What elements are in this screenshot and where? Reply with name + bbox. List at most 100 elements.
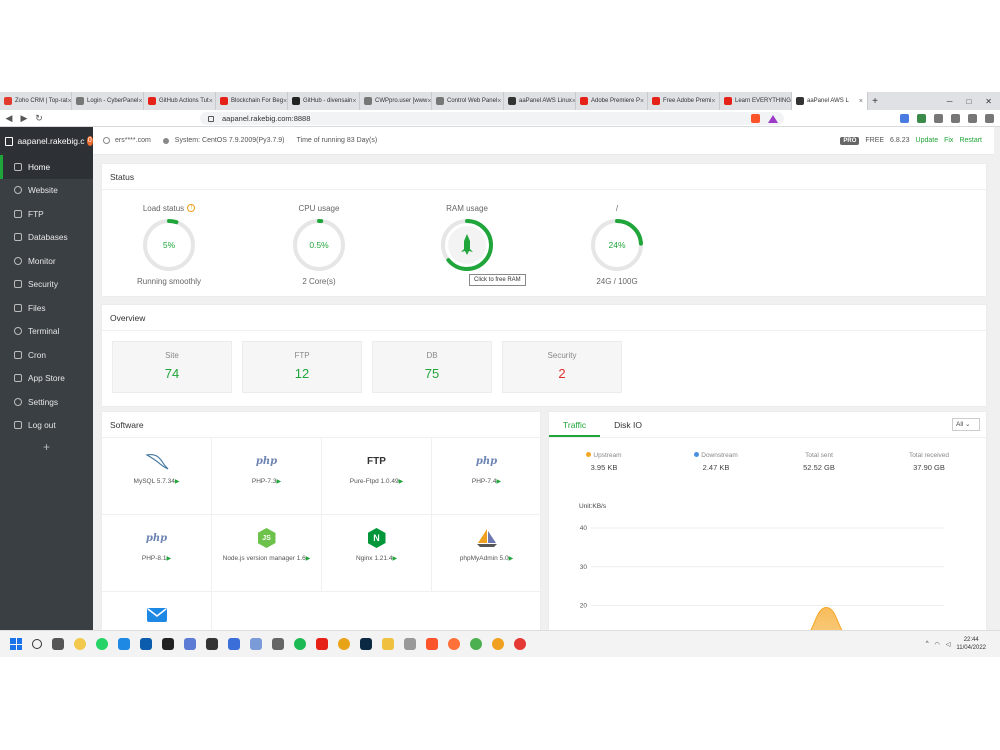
chrome-canary-icon[interactable] bbox=[492, 638, 504, 650]
play-arrow-icon[interactable]: ▶ bbox=[496, 479, 501, 485]
url-field[interactable]: aapanel.rakebig.com:8888 bbox=[200, 112, 784, 125]
info-icon[interactable]: ! bbox=[187, 204, 196, 212]
brand[interactable]: aapanel.rakebig.c 0 bbox=[0, 127, 93, 155]
app-icon[interactable] bbox=[272, 638, 284, 650]
chrome-beta-icon[interactable] bbox=[514, 638, 526, 650]
spotify-icon[interactable] bbox=[294, 638, 306, 650]
brave-shield-icon[interactable] bbox=[751, 114, 760, 123]
browser-tab[interactable]: aaPanel AWS Linux × bbox=[504, 92, 576, 110]
sidebar-item-security[interactable]: Security bbox=[0, 273, 93, 297]
play-arrow-icon[interactable]: ▶ bbox=[399, 479, 404, 485]
browser-tab[interactable]: Adobe Premiere P × bbox=[576, 92, 648, 110]
tab-traffic[interactable]: Traffic bbox=[549, 412, 601, 437]
maximize-icon[interactable]: □ bbox=[966, 97, 971, 106]
play-arrow-icon[interactable]: ▶ bbox=[175, 479, 180, 485]
software-item[interactable]: MySQL 5.7.34▶ bbox=[102, 438, 212, 515]
update-link[interactable]: Update bbox=[916, 137, 939, 144]
trello-icon[interactable] bbox=[140, 638, 152, 650]
sidebar-item-website[interactable]: Website bbox=[0, 179, 93, 203]
new-tab-button[interactable]: + bbox=[868, 96, 882, 107]
browser-tab[interactable]: Zoho CRM | Top-rat × bbox=[0, 92, 72, 110]
browser-tab[interactable]: Free Adobe Premi × bbox=[648, 92, 720, 110]
pro-badge[interactable]: PRO bbox=[840, 136, 860, 145]
terminal-app-icon[interactable] bbox=[206, 638, 218, 650]
search-icon[interactable] bbox=[32, 639, 42, 649]
notes-icon[interactable] bbox=[404, 638, 416, 650]
tray-chevron-icon[interactable]: ^ bbox=[926, 641, 929, 647]
overview-card-ftp[interactable]: FTP 12 bbox=[242, 341, 362, 393]
overview-card-security[interactable]: Security 2 bbox=[502, 341, 622, 393]
sidebar-item-settings[interactable]: Settings bbox=[0, 390, 93, 414]
back-icon[interactable]: ◀ bbox=[3, 113, 15, 124]
software-item[interactable]: N Nginx 1.21.4▶ bbox=[322, 515, 432, 592]
extension-icon[interactable] bbox=[917, 114, 926, 123]
browser-tab[interactable]: GitHub - divensain × bbox=[288, 92, 360, 110]
sidebar-item-app-store[interactable]: App Store bbox=[0, 367, 93, 391]
software-item[interactable]: php PHP-7.3▶ bbox=[212, 438, 322, 515]
firefox-icon[interactable] bbox=[448, 638, 460, 650]
clock[interactable]: 22:44 11/04/2022 bbox=[956, 636, 986, 652]
software-item[interactable]: php PHP-7.4▶ bbox=[432, 438, 542, 515]
close-tab-icon[interactable]: × bbox=[138, 98, 142, 105]
close-tab-icon[interactable]: × bbox=[209, 98, 213, 105]
browser-tab[interactable]: GitHub Actions Tut × bbox=[144, 92, 216, 110]
play-arrow-icon[interactable]: ▶ bbox=[276, 479, 281, 485]
sidebar-toggle-icon[interactable] bbox=[951, 114, 960, 123]
chat-icon[interactable] bbox=[184, 638, 196, 650]
sidebar-item-databases[interactable]: Databases bbox=[0, 226, 93, 250]
whatsapp-icon[interactable] bbox=[96, 638, 108, 650]
reload-icon[interactable]: ↻ bbox=[33, 113, 45, 124]
close-tab-icon[interactable]: × bbox=[67, 98, 71, 105]
browser-tab[interactable]: Blockchain For Beg × bbox=[216, 92, 288, 110]
software-item[interactable]: phpMyAdmin 5.0▶ bbox=[432, 515, 542, 592]
task-view-icon[interactable] bbox=[52, 638, 64, 650]
browser-tab[interactable]: Learn EVERYTHING× bbox=[720, 92, 792, 110]
sidebar-item-cron[interactable]: Cron bbox=[0, 343, 93, 367]
file-explorer-icon[interactable] bbox=[382, 638, 394, 650]
widgets-icon[interactable] bbox=[74, 638, 86, 650]
close-tab-icon[interactable]: × bbox=[859, 98, 863, 105]
notion-icon[interactable] bbox=[162, 638, 174, 650]
play-arrow-icon[interactable]: ▶ bbox=[509, 556, 514, 562]
photos-icon[interactable] bbox=[228, 638, 240, 650]
minimize-icon[interactable]: ─ bbox=[947, 97, 953, 106]
forward-icon[interactable]: ▶ bbox=[18, 113, 30, 124]
sidebar-item-terminal[interactable]: Terminal bbox=[0, 320, 93, 344]
sidebar-item-ftp[interactable]: FTP bbox=[0, 202, 93, 226]
tab-disk-io[interactable]: Disk IO bbox=[600, 412, 656, 437]
translate-icon[interactable] bbox=[900, 114, 909, 123]
wifi-icon[interactable]: ◠ bbox=[935, 641, 940, 648]
software-item[interactable]: FTP Pure-Ftpd 1.0.49▶ bbox=[322, 438, 432, 515]
sidebar-item-files[interactable]: Files bbox=[0, 296, 93, 320]
fix-link[interactable]: Fix bbox=[944, 137, 953, 144]
chrome-icon[interactable] bbox=[338, 638, 350, 650]
sidebar-item-home[interactable]: Home bbox=[0, 155, 93, 179]
sidebar-item-log-out[interactable]: Log out bbox=[0, 414, 93, 438]
gauge-3[interactable]: RAM usage bbox=[407, 202, 527, 277]
close-tab-icon[interactable]: × bbox=[497, 98, 501, 105]
close-tab-icon[interactable]: × bbox=[711, 98, 715, 105]
store-icon[interactable] bbox=[118, 638, 130, 650]
play-arrow-icon[interactable]: ▶ bbox=[166, 556, 171, 562]
sidebar-item-monitor[interactable]: Monitor bbox=[0, 249, 93, 273]
photoshop-icon[interactable] bbox=[360, 638, 372, 650]
close-tab-icon[interactable]: × bbox=[283, 98, 287, 105]
restart-link[interactable]: Restart bbox=[959, 137, 982, 144]
play-arrow-icon[interactable]: ▶ bbox=[306, 556, 311, 562]
add-shortcut-button[interactable]: + bbox=[0, 440, 93, 454]
close-window-icon[interactable]: ✕ bbox=[985, 97, 992, 106]
overview-card-site[interactable]: Site 74 bbox=[112, 341, 232, 393]
wallet-icon[interactable] bbox=[968, 114, 977, 123]
chrome-dev-icon[interactable] bbox=[470, 638, 482, 650]
youtube-icon[interactable] bbox=[316, 638, 328, 650]
cloud-icon[interactable] bbox=[250, 638, 262, 650]
browser-tab[interactable]: aaPanel AWS L × bbox=[792, 92, 868, 110]
play-arrow-icon[interactable]: ▶ bbox=[392, 556, 397, 562]
brave-icon[interactable] bbox=[426, 638, 438, 650]
volume-icon[interactable]: ◁ bbox=[946, 641, 951, 648]
close-tab-icon[interactable]: × bbox=[427, 98, 431, 105]
close-tab-icon[interactable]: × bbox=[352, 98, 356, 105]
interface-select[interactable]: All ⌄ bbox=[952, 418, 980, 431]
puzzle-icon[interactable] bbox=[934, 114, 943, 123]
browser-tab[interactable]: CWPpro.user [www × bbox=[360, 92, 432, 110]
